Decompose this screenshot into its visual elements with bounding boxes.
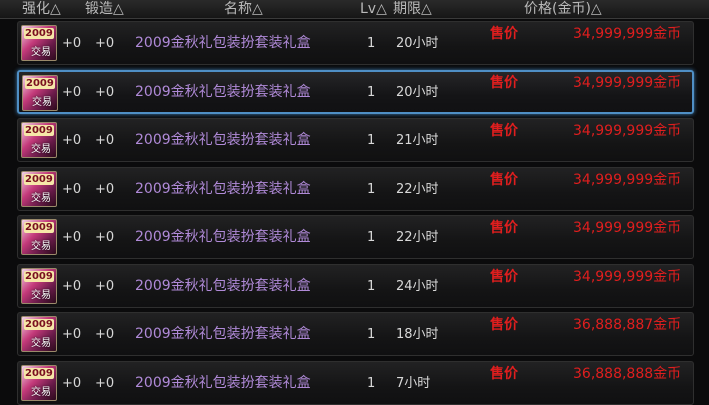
level-value: 1 xyxy=(367,182,376,197)
item-icon-trade: 交易 xyxy=(31,47,51,58)
item-icon-trade: 交易 xyxy=(31,193,51,204)
level-value: 1 xyxy=(367,36,376,51)
enhance-value: +0 xyxy=(62,230,82,245)
expire-value: 20小时 xyxy=(396,36,439,51)
enhance-value: +0 xyxy=(62,279,82,294)
sort-enhance-header[interactable]: 强化△ xyxy=(22,0,61,18)
enhance-value: +0 xyxy=(62,85,82,100)
price-value: 34,999,999金币 xyxy=(573,172,682,188)
forge-value: +0 xyxy=(95,230,115,245)
auction-item-row[interactable]: 2009 交易 +0 +0 2009金秋礼包装扮套装礼盒 1 20小时 售价 34,999,99… xyxy=(17,21,694,65)
gift-box-icon[interactable]: 2009 交易 xyxy=(21,219,57,255)
item-name: 2009金秋礼包装扮套装礼盒 xyxy=(135,132,311,148)
auction-item-row[interactable]: 2009 交易 +0 +0 2009金秋礼包装扮套装礼盒 1 22小时 售价 34,999,99… xyxy=(17,215,694,259)
item-icon-trade: 交易 xyxy=(31,290,51,301)
gift-box-icon[interactable]: 2009 交易 xyxy=(21,171,57,207)
item-name: 2009金秋礼包装扮套装礼盒 xyxy=(135,84,311,100)
forge-value: +0 xyxy=(95,376,115,391)
gift-box-icon[interactable]: 2009 交易 xyxy=(22,75,58,111)
item-name: 2009金秋礼包装扮套装礼盒 xyxy=(135,326,311,342)
sort-expire-header[interactable]: 期限△ xyxy=(393,0,432,18)
item-icon-year: 2009 xyxy=(24,174,54,185)
enhance-value: +0 xyxy=(62,376,82,391)
gift-box-icon[interactable]: 2009 交易 xyxy=(21,122,57,158)
forge-value: +0 xyxy=(95,327,115,342)
item-icon-year: 2009 xyxy=(24,125,54,136)
sell-label: 售价 xyxy=(490,123,518,139)
price-value: 34,999,999金币 xyxy=(573,26,682,42)
item-name: 2009金秋礼包装扮套装礼盒 xyxy=(135,229,311,245)
level-value: 1 xyxy=(367,230,376,245)
sort-price-header[interactable]: 价格(金币)△ xyxy=(524,0,602,18)
enhance-value: +0 xyxy=(62,182,82,197)
item-icon-trade: 交易 xyxy=(32,97,52,108)
expire-value: 20小时 xyxy=(396,85,439,100)
expire-value: 18小时 xyxy=(396,327,439,342)
auction-item-row[interactable]: 2009 交易 +0 +0 2009金秋礼包装扮套装礼盒 1 20小时 售价 34,999,99… xyxy=(17,70,694,114)
item-icon-trade: 交易 xyxy=(31,241,51,252)
item-icon-year: 2009 xyxy=(24,271,54,282)
list-header: 强化△ 锻造△ 名称△ Lv△ 期限△ 价格(金币)△ xyxy=(0,0,709,19)
level-value: 1 xyxy=(367,279,376,294)
level-value: 1 xyxy=(367,85,376,100)
auction-item-row[interactable]: 2009 交易 +0 +0 2009金秋礼包装扮套装礼盒 1 18小时 售价 36,888,88… xyxy=(17,312,694,356)
auction-item-row[interactable]: 2009 交易 +0 +0 2009金秋礼包装扮套装礼盒 1 22小时 售价 34,999,99… xyxy=(17,167,694,211)
auction-item-row[interactable]: 2009 交易 +0 +0 2009金秋礼包装扮套装礼盒 1 21小时 售价 34,999,99… xyxy=(17,118,694,162)
sell-label: 售价 xyxy=(490,75,518,91)
price-value: 34,999,999金币 xyxy=(573,75,682,91)
expire-value: 22小时 xyxy=(396,230,439,245)
enhance-value: +0 xyxy=(62,327,82,342)
sell-label: 售价 xyxy=(490,172,518,188)
auction-item-row[interactable]: 2009 交易 +0 +0 2009金秋礼包装扮套装礼盒 1 24小时 售价 34,999,99… xyxy=(17,264,694,308)
sort-lv-header[interactable]: Lv△ xyxy=(360,0,387,18)
price-value: 36,888,888金币 xyxy=(573,366,682,382)
gift-box-icon[interactable]: 2009 交易 xyxy=(21,316,57,352)
forge-value: +0 xyxy=(95,279,115,294)
item-icon-year: 2009 xyxy=(24,28,54,39)
sort-name-header[interactable]: 名称△ xyxy=(224,0,263,18)
item-icon-trade: 交易 xyxy=(31,338,51,349)
gift-box-icon[interactable]: 2009 交易 xyxy=(21,365,57,401)
forge-value: +0 xyxy=(95,85,115,100)
item-icon-year: 2009 xyxy=(25,78,55,89)
sell-label: 售价 xyxy=(490,366,518,382)
item-icon-year: 2009 xyxy=(24,222,54,233)
forge-value: +0 xyxy=(95,182,115,197)
sort-forge-header[interactable]: 锻造△ xyxy=(85,0,124,18)
item-name: 2009金秋礼包装扮套装礼盒 xyxy=(135,35,311,51)
gift-box-icon[interactable]: 2009 交易 xyxy=(21,25,57,61)
item-icon-year: 2009 xyxy=(24,368,54,379)
item-icon-year: 2009 xyxy=(24,319,54,330)
sell-label: 售价 xyxy=(490,317,518,333)
item-name: 2009金秋礼包装扮套装礼盒 xyxy=(135,375,311,391)
level-value: 1 xyxy=(367,327,376,342)
price-value: 34,999,999金币 xyxy=(573,220,682,236)
enhance-value: +0 xyxy=(62,133,82,148)
forge-value: +0 xyxy=(95,36,115,51)
price-value: 36,888,887金币 xyxy=(573,317,682,333)
price-value: 34,999,999金币 xyxy=(573,123,682,139)
sell-label: 售价 xyxy=(490,26,518,42)
level-value: 1 xyxy=(367,376,376,391)
item-name: 2009金秋礼包装扮套装礼盒 xyxy=(135,181,311,197)
sell-label: 售价 xyxy=(490,220,518,236)
enhance-value: +0 xyxy=(62,36,82,51)
item-icon-trade: 交易 xyxy=(31,144,51,155)
level-value: 1 xyxy=(367,133,376,148)
item-icon-trade: 交易 xyxy=(31,387,51,398)
sell-label: 售价 xyxy=(490,269,518,285)
expire-value: 7小时 xyxy=(396,376,431,391)
expire-value: 21小时 xyxy=(396,133,439,148)
forge-value: +0 xyxy=(95,133,115,148)
item-name: 2009金秋礼包装扮套装礼盒 xyxy=(135,278,311,294)
gift-box-icon[interactable]: 2009 交易 xyxy=(21,268,57,304)
auction-item-row[interactable]: 2009 交易 +0 +0 2009金秋礼包装扮套装礼盒 1 7小时 售价 36,888,888… xyxy=(17,361,694,405)
price-value: 34,999,999金币 xyxy=(573,269,682,285)
expire-value: 24小时 xyxy=(396,279,439,294)
expire-value: 22小时 xyxy=(396,182,439,197)
